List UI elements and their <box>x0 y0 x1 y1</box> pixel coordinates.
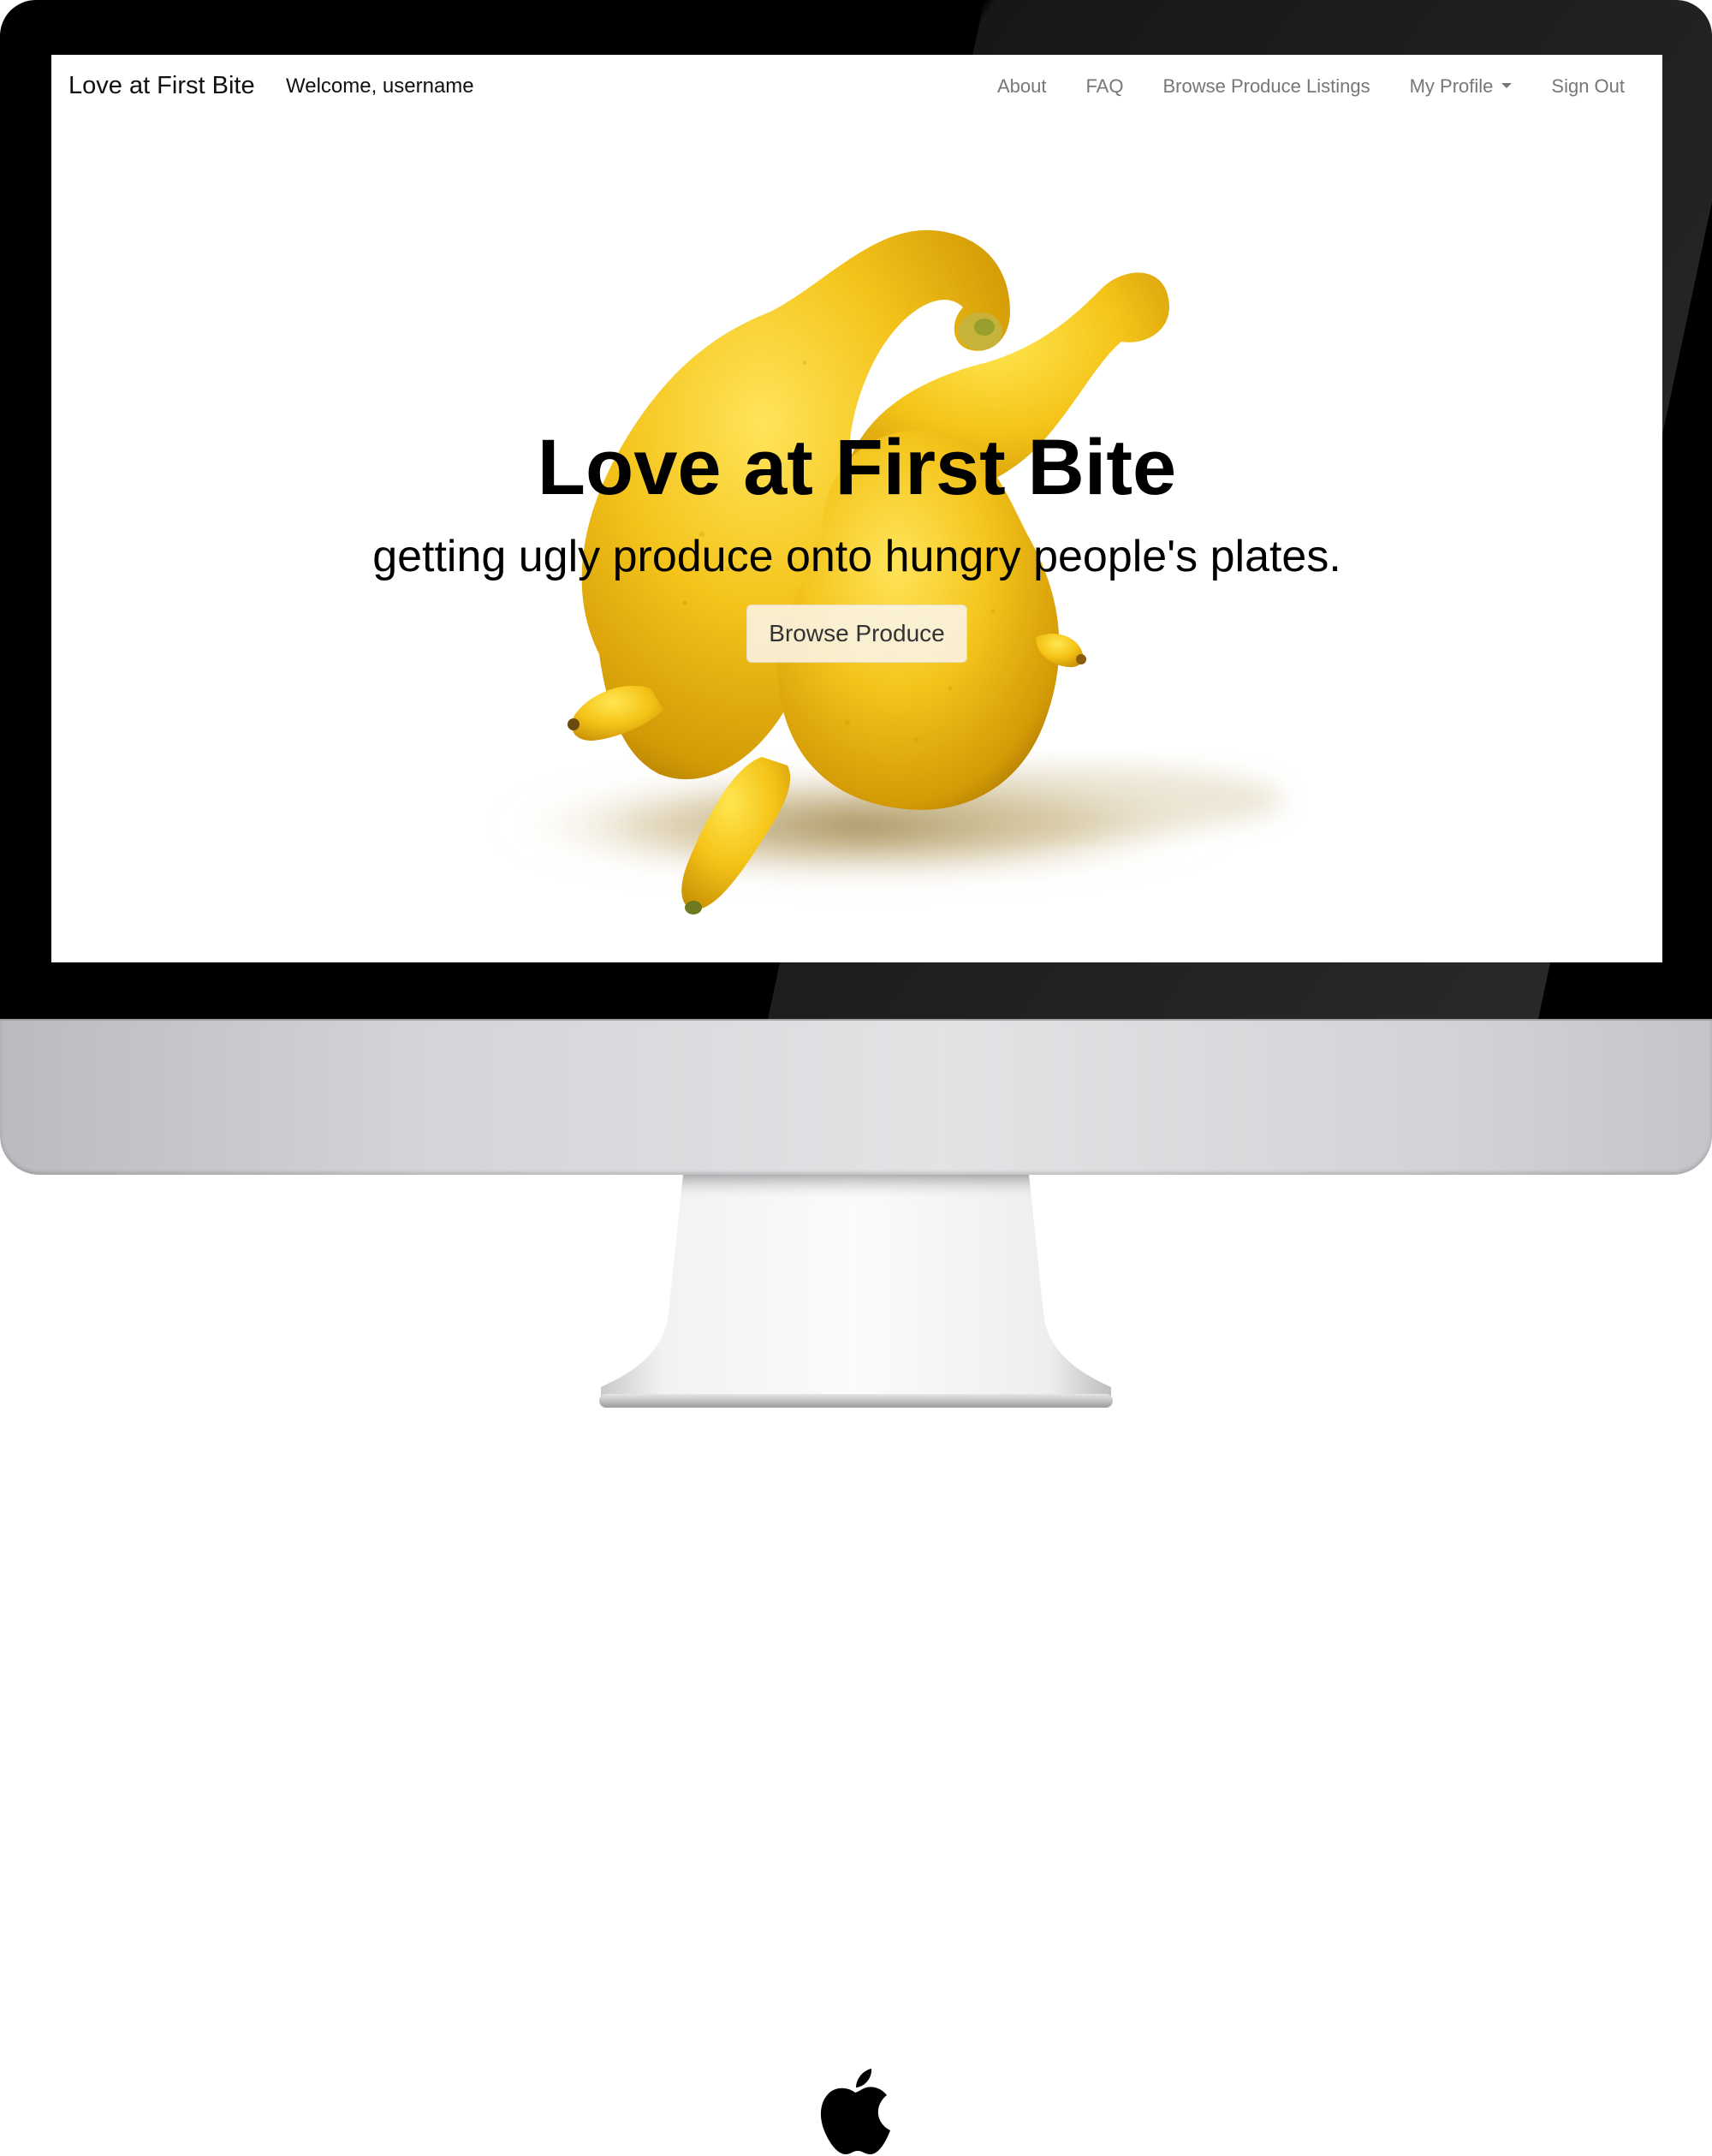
nav-links: About FAQ Browse Produce Listings My Pro… <box>997 75 1625 98</box>
nav-sign-out-link[interactable]: Sign Out <box>1551 75 1625 98</box>
top-navbar: Love at First Bite Welcome, username Abo… <box>51 55 1662 120</box>
hero-title: Love at First Bite <box>537 424 1177 511</box>
nav-my-profile-label: My Profile <box>1409 75 1494 97</box>
nav-my-profile-dropdown[interactable]: My Profile <box>1410 75 1513 98</box>
imac-device-mockup: Love at First Bite Welcome, username Abo… <box>0 0 1712 2154</box>
apple-logo-icon <box>820 2069 890 2154</box>
nav-browse-listings-link[interactable]: Browse Produce Listings <box>1162 75 1370 98</box>
hero-subtitle: getting ugly produce onto hungry people'… <box>372 532 1341 581</box>
nav-faq-link[interactable]: FAQ <box>1085 75 1123 98</box>
welcome-message: Welcome, username <box>286 74 474 98</box>
nav-about-link[interactable]: About <box>997 75 1047 98</box>
browse-produce-button[interactable]: Browse Produce <box>746 605 967 663</box>
caret-down-icon <box>1501 83 1513 89</box>
website-screen: Love at First Bite Welcome, username Abo… <box>51 55 1662 962</box>
navbar-brand[interactable]: Love at First Bite <box>68 72 255 100</box>
monitor-stand <box>599 1175 1113 1408</box>
monitor-chin <box>0 1019 1712 2154</box>
monitor-bezel: Love at First Bite Welcome, username Abo… <box>0 0 1712 1019</box>
